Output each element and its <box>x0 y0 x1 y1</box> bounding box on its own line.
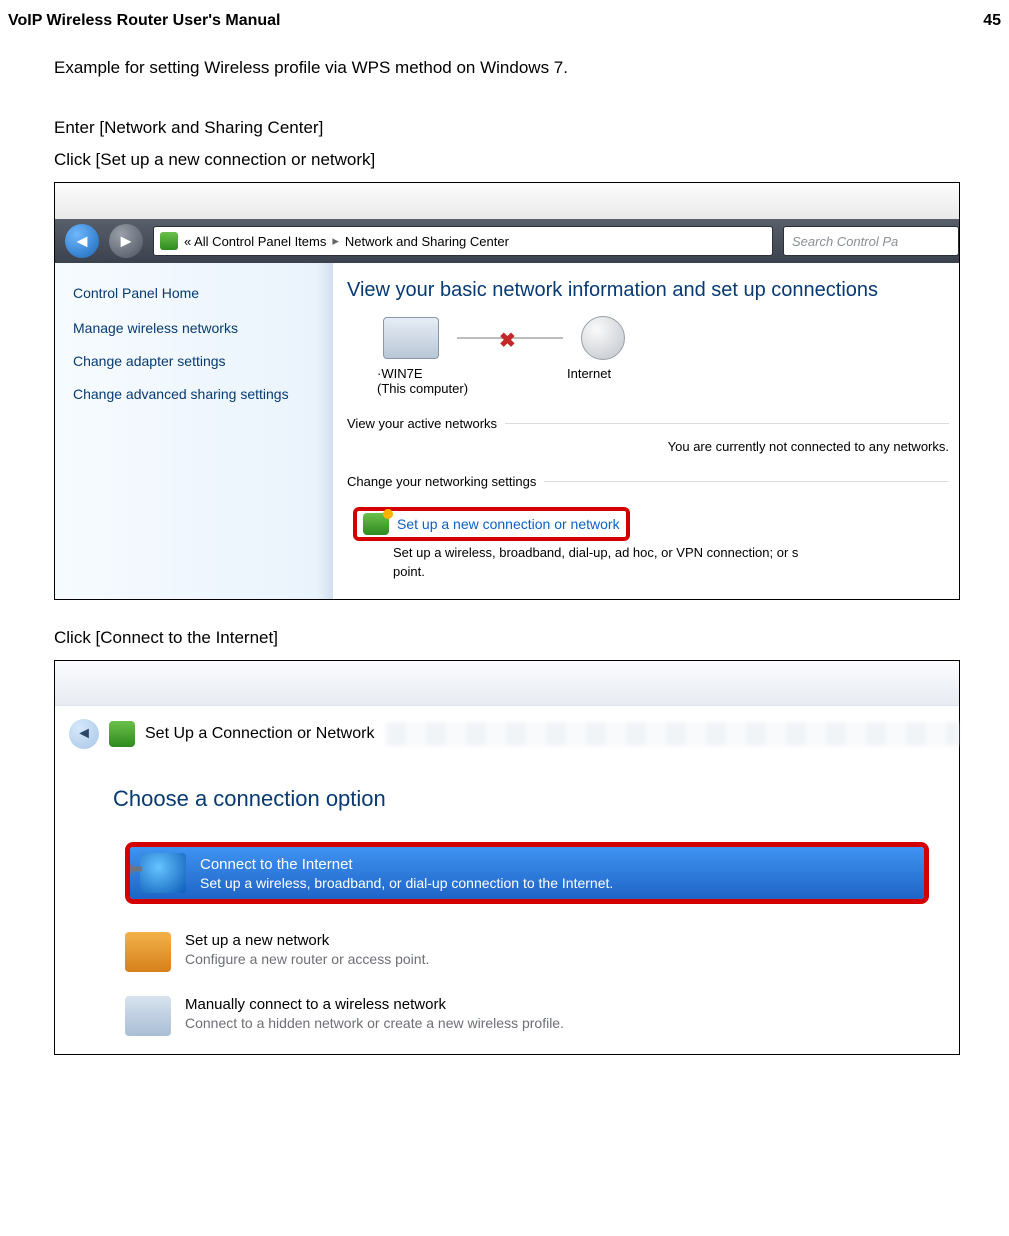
divider <box>544 481 949 482</box>
breadcrumb-current: Network and Sharing Center <box>345 234 509 249</box>
wizard-title: Set Up a Connection or Network <box>145 725 374 743</box>
intro-text: Example for setting Wireless profile via… <box>54 58 1001 78</box>
setup-connection-desc2: point. <box>393 564 949 579</box>
nav-forward-button[interactable]: ► <box>109 224 143 258</box>
main-title: View your basic network information and … <box>347 279 949 302</box>
computer-icon <box>383 317 439 359</box>
sidebar: Control Panel Home Manage wireless netwo… <box>55 263 333 599</box>
option-desc: Connect to a hidden network or create a … <box>185 1015 564 1031</box>
setup-connection-icon <box>363 513 389 535</box>
setup-connection-desc: Set up a wireless, broadband, dial-up, a… <box>393 545 949 560</box>
setup-connection-link[interactable]: Set up a new connection or network <box>397 516 620 532</box>
pc-sub-label: (This computer) <box>377 381 567 396</box>
option-setup-new-network[interactable]: Set up a new network Configure a new rou… <box>125 926 929 990</box>
blurred-background <box>386 722 959 746</box>
search-input[interactable]: Search Control Pa <box>783 226 959 256</box>
wizard-header-bar: ◄ Set Up a Connection or Network <box>55 706 959 762</box>
main-panel: View your basic network information and … <box>333 263 959 599</box>
sidebar-home[interactable]: Control Panel Home <box>73 285 319 301</box>
router-icon <box>125 932 171 972</box>
wizard-app-icon <box>109 721 135 747</box>
highlight-box: Connect to the Internet Set up a wireles… <box>125 842 929 904</box>
option-title: Manually connect to a wireless network <box>185 996 564 1013</box>
step-enter-net-center: Enter [Network and Sharing Center] <box>54 118 1001 138</box>
internet-label: Internet <box>567 366 611 396</box>
internet-globe-icon <box>581 316 625 360</box>
divider <box>505 423 949 424</box>
wizard-prompt: Choose a connection option <box>113 786 959 812</box>
window-titlebar-area <box>55 661 959 706</box>
globe-icon <box>140 853 186 893</box>
active-networks-header: View your active networks <box>347 416 497 431</box>
option-title: Connect to the Internet <box>200 856 613 873</box>
option-title: Set up a new network <box>185 932 429 949</box>
breadcrumb-bar[interactable]: « All Control Panel Items ▸ Network and … <box>153 226 773 256</box>
screenshot-network-sharing-center: ◄ ► « All Control Panel Items ▸ Network … <box>54 182 960 600</box>
breadcrumb-prefix: « All Control Panel Items <box>184 234 326 249</box>
option-manual-wireless[interactable]: Manually connect to a wireless network C… <box>125 990 929 1054</box>
not-connected-msg: You are currently not connected to any n… <box>347 439 949 454</box>
connection-options-list: Connect to the Internet Set up a wireles… <box>125 842 929 1054</box>
wizard-back-button[interactable]: ◄ <box>69 719 99 749</box>
highlight-box: Set up a new connection or network <box>353 507 630 541</box>
explorer-address-bar: ◄ ► « All Control Panel Items ▸ Network … <box>55 219 959 263</box>
window-titlebar-area <box>55 183 959 219</box>
network-line: ✖ <box>457 337 563 339</box>
pc-name: ·WIN7E <box>377 366 567 381</box>
option-desc: Set up a wireless, broadband, or dial-up… <box>200 875 613 891</box>
sidebar-change-adapter[interactable]: Change adapter settings <box>73 352 319 371</box>
sidebar-manage-wireless[interactable]: Manage wireless networks <box>73 319 319 338</box>
nav-back-button[interactable]: ◄ <box>65 224 99 258</box>
wifi-icon <box>125 996 171 1036</box>
step-click-setup: Click [Set up a new connection or networ… <box>54 150 1001 170</box>
doc-header-left: VoIP Wireless Router User's Manual <box>8 12 281 30</box>
network-map: ✖ <box>383 316 949 360</box>
step-click-connect-internet: Click [Connect to the Internet] <box>54 628 1001 648</box>
page-number: 45 <box>983 12 1001 30</box>
disconnected-x-icon: ✖ <box>499 328 516 353</box>
option-desc: Configure a new router or access point. <box>185 951 429 967</box>
option-connect-internet[interactable]: Connect to the Internet Set up a wireles… <box>130 847 924 899</box>
screenshot-setup-connection-wizard: ◄ Set Up a Connection or Network Choose … <box>54 660 960 1055</box>
breadcrumb-icon <box>160 232 178 250</box>
sidebar-advanced-sharing[interactable]: Change advanced sharing settings <box>73 385 319 404</box>
chevron-right-icon: ▸ <box>332 233 339 249</box>
search-placeholder: Search Control Pa <box>792 234 898 249</box>
change-settings-header: Change your networking settings <box>347 474 536 489</box>
